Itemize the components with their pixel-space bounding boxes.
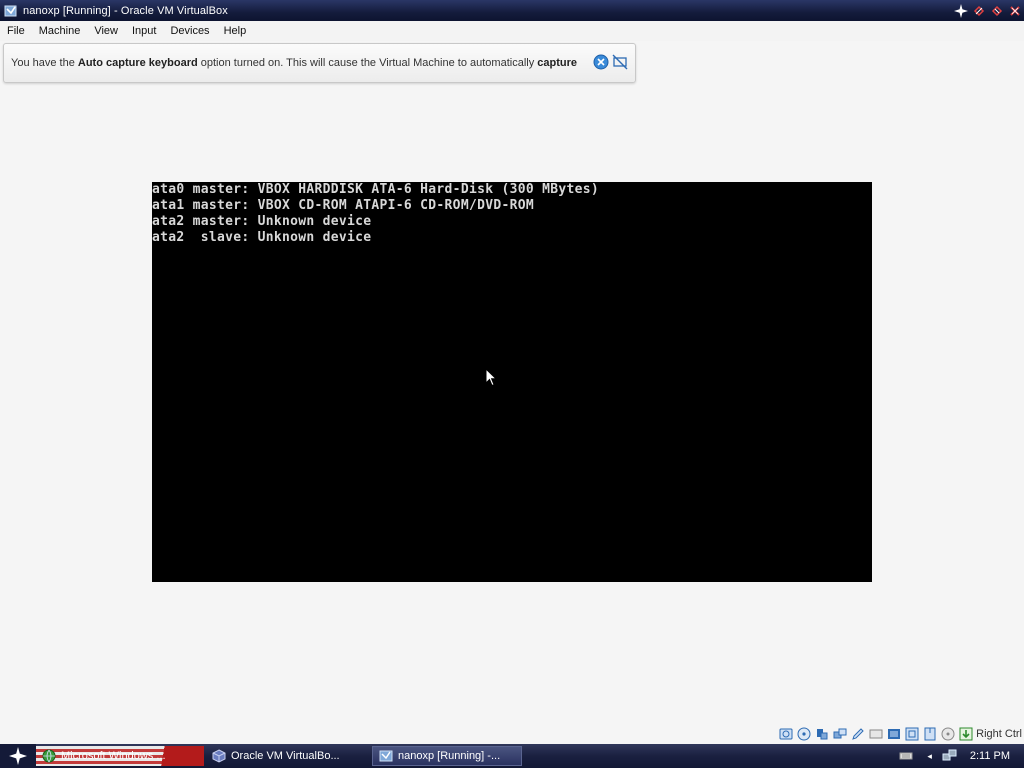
host-key-label: Right Ctrl <box>976 728 1022 740</box>
maximize-icon[interactable] <box>988 0 1006 21</box>
taskbar-item-microsoft-windows[interactable]: Microsoft Windows ... <box>36 746 204 766</box>
menu-file[interactable]: File <box>0 21 32 41</box>
shared-folders-icon[interactable] <box>832 727 847 742</box>
network-tray-icon[interactable] <box>942 749 958 763</box>
host-key-arrow-icon[interactable] <box>958 727 973 742</box>
system-tray: ◂ 2:11 PM <box>899 744 1024 768</box>
globe-icon <box>42 749 56 763</box>
menu-view[interactable]: View <box>87 21 125 41</box>
close-icon[interactable] <box>1006 0 1024 21</box>
optical-drive-icon[interactable] <box>796 727 811 742</box>
notice-dismiss-forever-icon[interactable] <box>612 54 628 70</box>
taskbar-item-virtualbox-manager[interactable]: Oracle VM VirtualBo... <box>206 746 364 766</box>
start-star-icon <box>9 747 27 765</box>
menu-help[interactable]: Help <box>217 21 254 41</box>
virtualbox-app-icon <box>4 5 17 16</box>
taskbar: Microsoft Windows ... Oracle VM VirtualB… <box>0 744 1024 768</box>
tray-chevron-icon[interactable]: ◂ <box>927 751 932 762</box>
vm-status-bar: Right Ctrl <box>0 724 1024 744</box>
video-capture-icon[interactable] <box>904 727 919 742</box>
keyboard-icon[interactable] <box>899 751 913 761</box>
usb-icon[interactable] <box>814 727 829 742</box>
mouse-integration-icon[interactable] <box>922 727 937 742</box>
vm-display[interactable]: ata0 master: VBOX HARDDISK ATA-6 Hard-Di… <box>152 182 872 582</box>
auto-capture-notice: You have the Auto capture keyboard optio… <box>3 43 636 83</box>
menu-bar: File Machine View Input Devices Help <box>0 21 1024 41</box>
notice-message: You have the Auto capture keyboard optio… <box>11 57 578 69</box>
notice-close-icon[interactable] <box>593 54 609 70</box>
menu-machine[interactable]: Machine <box>32 21 88 41</box>
console-line: ata2 slave: Unknown device <box>152 230 372 245</box>
hard-disk-icon[interactable] <box>778 727 793 742</box>
clock[interactable]: 2:11 PM <box>970 750 1010 762</box>
taskbar-item-nanoxp[interactable]: nanoxp [Running] -... <box>372 746 522 766</box>
window-title: nanoxp [Running] - Oracle VM VirtualBox <box>23 4 228 17</box>
console-line: ata2 master: Unknown device <box>152 214 372 229</box>
network-icon[interactable] <box>886 727 901 742</box>
menu-input[interactable]: Input <box>125 21 163 41</box>
star-icon[interactable] <box>952 0 970 21</box>
console-line: ata1 master: VBOX CD-ROM ATAPI-6 CD-ROM/… <box>152 198 534 213</box>
window-title-bar[interactable]: nanoxp [Running] - Oracle VM VirtualBox <box>0 0 1024 21</box>
virtualbox-cube-icon <box>212 749 226 763</box>
minimize-icon[interactable] <box>970 0 988 21</box>
pencil-icon[interactable] <box>850 727 865 742</box>
display-icon[interactable] <box>868 727 883 742</box>
cd-icon[interactable] <box>940 727 955 742</box>
mouse-pointer-icon <box>485 368 497 387</box>
vm-window-icon <box>379 750 393 762</box>
console-line: ata0 master: VBOX HARDDISK ATA-6 Hard-Di… <box>152 182 599 197</box>
menu-devices[interactable]: Devices <box>163 21 216 41</box>
start-button[interactable] <box>0 744 36 768</box>
